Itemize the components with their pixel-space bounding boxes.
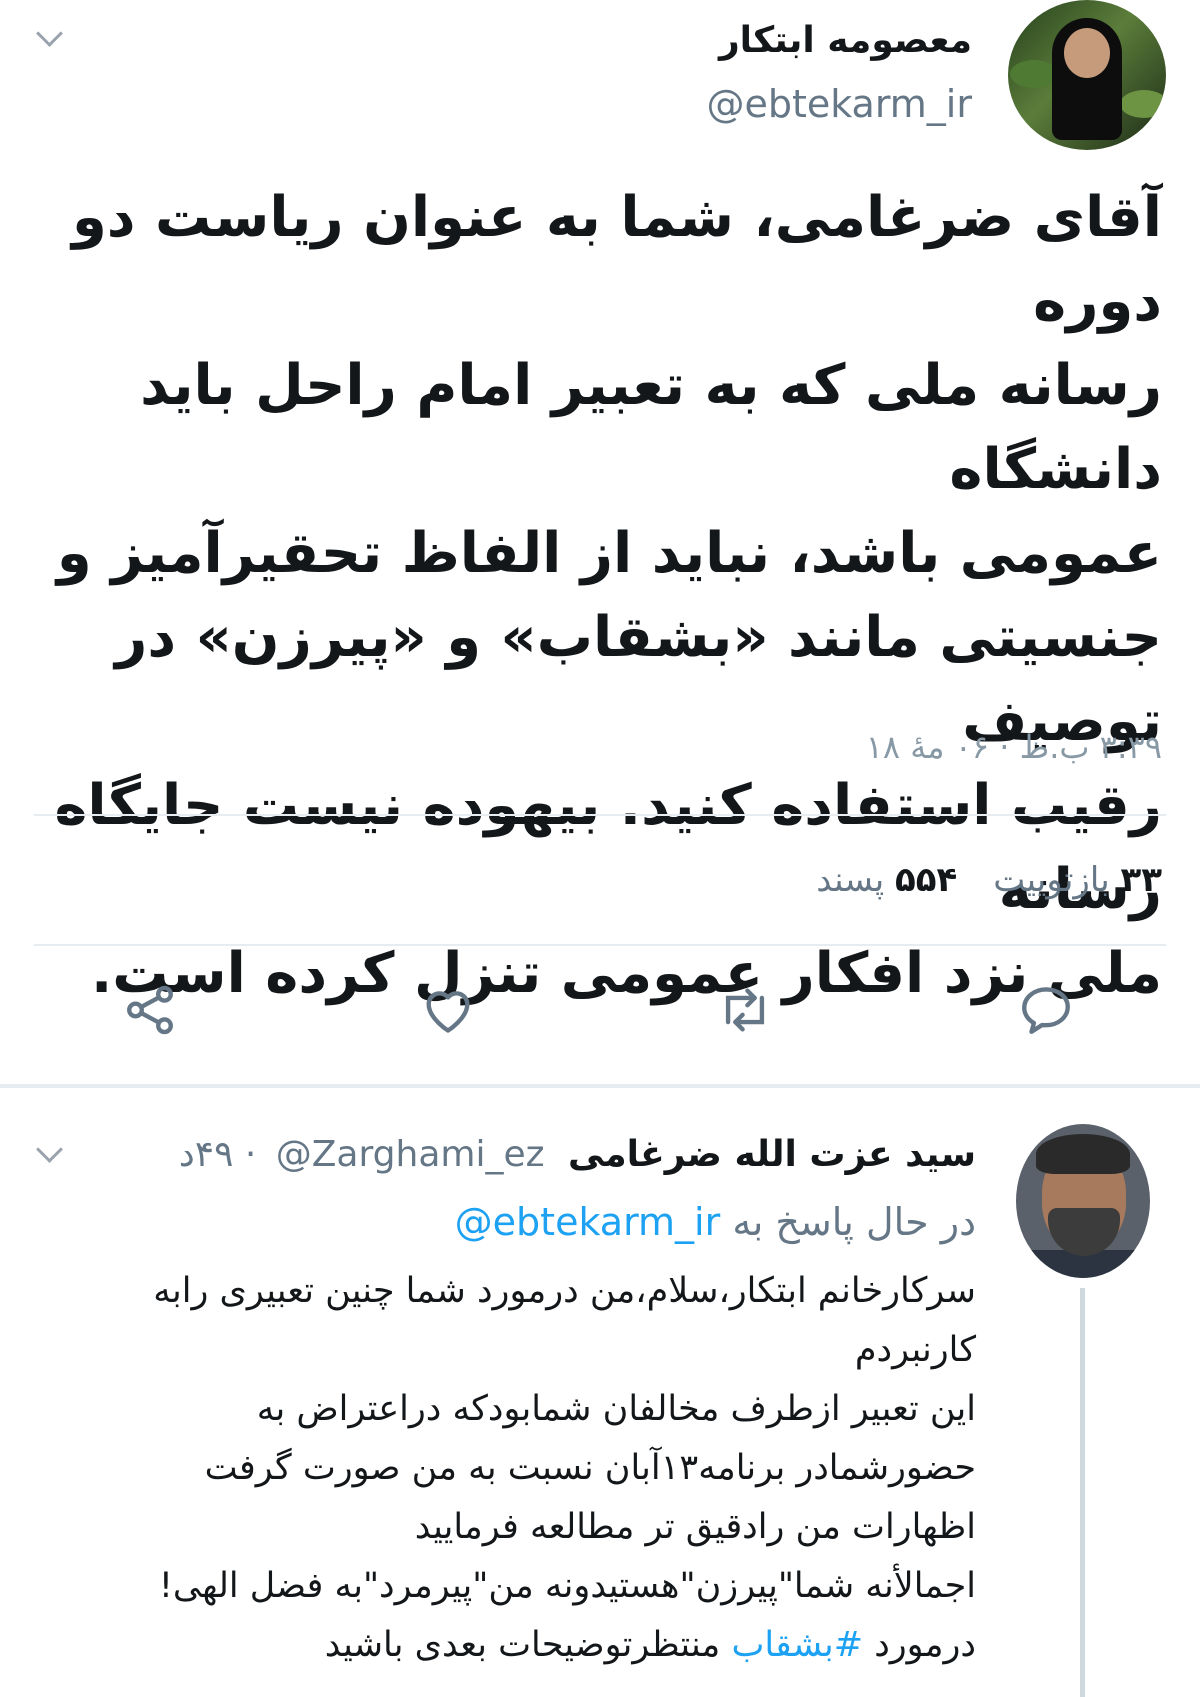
avatar-hair: [1036, 1134, 1130, 1174]
replying-to-prefix: در حال پاسخ به: [732, 1200, 976, 1244]
retweet-button[interactable]: [713, 978, 777, 1042]
avatar-background-foliage: [1120, 90, 1166, 118]
reply-line: کارنبردم: [854, 1330, 976, 1370]
replying-to-mention[interactable]: @ebtekarm_ir: [455, 1200, 721, 1244]
divider: [34, 944, 1166, 946]
like-count: ۵۵۴: [895, 860, 958, 900]
divider: [34, 814, 1166, 816]
reply-author-avatar[interactable]: [1016, 1124, 1150, 1278]
hashtag-link[interactable]: #بشقاب: [731, 1625, 863, 1665]
replying-to: در حال پاسخ به @ebtekarm_ir: [455, 1200, 976, 1244]
retweet-stat[interactable]: ۳۳ بازتوییت: [993, 860, 1162, 900]
avatar-beard: [1048, 1208, 1120, 1256]
like-icon: [426, 991, 470, 1033]
share-icon: [127, 985, 173, 1035]
retweet-label: بازتوییت: [993, 860, 1110, 900]
reply-line-prefix: درمورد: [874, 1625, 976, 1665]
author-avatar[interactable]: [1008, 0, 1166, 150]
retweet-count: ۳۳: [1120, 860, 1162, 900]
reply-text: سرکارخانم ابتکار،سلام،من درمورد شما چنین…: [46, 1262, 976, 1675]
like-button[interactable]: [416, 978, 480, 1042]
tweet-stats: ۳۳ بازتوییت ۵۵۴ پسند: [816, 860, 1162, 900]
like-stat[interactable]: ۵۵۴ پسند: [816, 860, 957, 900]
thread-line: [1080, 1288, 1085, 1697]
reply-line: سرکارخانم ابتکار،سلام،من درمورد شما چنین…: [153, 1271, 976, 1311]
reply-line: حضورشمادر برنامه۱۳آبان نسبت به من صورت گ…: [204, 1448, 976, 1488]
chevron-down-icon[interactable]: [36, 1136, 63, 1163]
reply-line: اجمالأنه شما"پیرزن"هستیدونه من"پیرمرد"به…: [158, 1566, 976, 1606]
reply-icon: [1022, 987, 1070, 1034]
share-button[interactable]: [118, 978, 182, 1042]
tweet-separator: [0, 1084, 1200, 1088]
reply-button[interactable]: [1014, 978, 1078, 1042]
avatar-background: [1010, 60, 1058, 88]
reply-author-name[interactable]: سید عزت الله ضرغامی: [568, 1134, 976, 1175]
reply-line-suffix: منتظرتوضیحات بعدی باشید: [324, 1625, 721, 1665]
like-label: پسند: [816, 860, 885, 900]
retweet-icon: [725, 988, 765, 1032]
author-handle[interactable]: @ebtekarm_ir: [706, 82, 972, 126]
author-name[interactable]: معصومه ابتکار: [719, 20, 972, 61]
tweet-timestamp[interactable]: ۳:۳۹ ب.ظ · ۰۶ مهٔ ۱۸: [866, 728, 1162, 766]
reply-line: اظهارات من رادقیق تر مطالعه فرمایید: [414, 1507, 976, 1547]
reply-time[interactable]: · ۴۹د: [179, 1134, 257, 1175]
reply-author-handle[interactable]: @Zarghami_ez: [276, 1134, 545, 1175]
reply-line: این تعبیر ازطرف مخالفان شمابودکه دراعترا…: [256, 1389, 976, 1429]
chevron-down-icon[interactable]: [36, 20, 63, 47]
reply-line: درمورد #بشقاب منتظرتوضیحات بعدی باشید: [46, 1616, 976, 1675]
avatar-face: [1064, 28, 1110, 78]
reply-header: سید عزت الله ضرغامی @Zarghami_ez · ۴۹د: [179, 1134, 976, 1175]
